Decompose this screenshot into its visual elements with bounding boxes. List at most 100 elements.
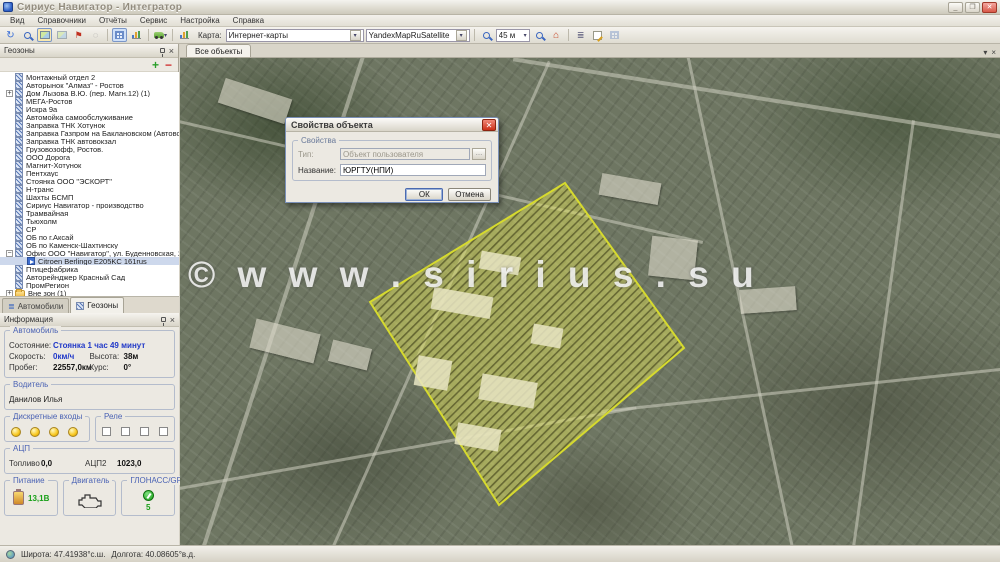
geozones-mode-button[interactable] [37, 28, 52, 42]
remove-geozone-button[interactable]: − [165, 60, 172, 70]
chevron-down-icon[interactable]: ▾ [350, 30, 361, 41]
relay-checkbox[interactable] [140, 427, 149, 436]
tree-item[interactable]: Н-транс [0, 185, 179, 193]
chevron-down-icon[interactable]: ▾ [983, 48, 987, 57]
browse-button[interactable]: … [472, 148, 486, 160]
reports-button[interactable] [177, 28, 192, 42]
zoom-in-button[interactable] [479, 28, 494, 42]
tree-item[interactable]: Трамвайная [0, 209, 179, 217]
close-icon[interactable]: × [169, 47, 174, 55]
tree-item-label: Авторынок "Алмаз" - Ростов [26, 81, 124, 89]
vehicle-group-title: Автомобиль [10, 326, 61, 335]
tree-item[interactable]: Монтажный отдел 2 [0, 73, 179, 81]
tree-item[interactable]: Заправка ТНК Хотунок [0, 121, 179, 129]
add-geozone-button[interactable]: + [152, 60, 159, 70]
pin-icon[interactable] [160, 48, 165, 53]
cancel-button[interactable]: Отмена [448, 188, 491, 201]
tree-item[interactable]: +Дом Лызова В.Ю. (пер. Магн.12) (1) [0, 89, 179, 97]
tree-item[interactable]: Citroen Berlingo E205KC 161rus [0, 257, 179, 265]
pin-icon[interactable] [161, 317, 166, 322]
tab-all-objects[interactable]: Все объекты [186, 44, 251, 57]
chevron-down-icon[interactable]: ▾ [456, 30, 467, 41]
dialog-title-bar[interactable]: Свойства объекта ✕ [286, 118, 498, 132]
ok-button[interactable]: ОК [405, 188, 443, 201]
menu-item-0[interactable]: Вид [4, 15, 30, 26]
tree-item[interactable]: +Вне зон (1) [0, 289, 179, 296]
edit-button[interactable] [590, 28, 605, 42]
tree-item[interactable]: Тьюхолм [0, 217, 179, 225]
map-icon [40, 31, 50, 39]
geofence-icon [15, 185, 23, 193]
track-button[interactable]: ◌ [88, 28, 103, 42]
chart-button[interactable] [129, 28, 144, 42]
discrete-input-lamp [11, 427, 21, 437]
search-button[interactable] [20, 28, 35, 42]
tree-item[interactable]: Искра 9а [0, 105, 179, 113]
tree-item-label: СР [26, 225, 36, 233]
tab-vehicles[interactable]: ≣ Автомобили [2, 298, 69, 313]
tree-item[interactable]: ООО Дорога [0, 153, 179, 161]
tree-item[interactable]: СР [0, 225, 179, 233]
tree-item[interactable]: ОБ по г.Аксай [0, 233, 179, 241]
tree-item[interactable]: Автомойка самообслуживание [0, 113, 179, 121]
menu-item-4[interactable]: Настройка [174, 15, 225, 26]
tree-item[interactable]: Грузовозофф, Ростов. [0, 145, 179, 153]
menu-item-2[interactable]: Отчёты [93, 15, 133, 26]
map-mode-button[interactable] [54, 28, 69, 42]
vehicles-dropdown-button[interactable]: ▾ [153, 28, 168, 42]
close-icon[interactable]: × [170, 316, 175, 324]
close-icon[interactable]: × [991, 48, 996, 57]
tree-item[interactable]: −Офис ООО "Навигатор", ул. Буденновская,… [0, 249, 179, 257]
table-icon [610, 31, 619, 39]
tree-item[interactable]: Стоянка ООО "ЭСКОРТ" [0, 177, 179, 185]
altitude-value: 38м [124, 352, 139, 361]
map-tab-strip: Все объекты ▾ × [180, 44, 1000, 58]
name-field[interactable] [340, 164, 486, 176]
relay-checkbox[interactable] [121, 427, 130, 436]
menu-item-3[interactable]: Сервис [134, 15, 173, 26]
tree-item[interactable]: Заправка ТНК автовокзал [0, 137, 179, 145]
relay-checkbox[interactable] [102, 427, 111, 436]
relay-checkboxes [100, 425, 170, 437]
tree-item[interactable]: Авторейнджер Красный Сад [0, 273, 179, 281]
geofence-icon [15, 113, 23, 121]
battery-icon [13, 491, 24, 505]
tree-item[interactable]: Заправка Газпром на Баклановском (Автово… [0, 129, 179, 137]
tree-item[interactable]: МЕГА-Ростов [0, 97, 179, 105]
tree-item[interactable]: Авторынок "Алмаз" - Ростов [0, 81, 179, 89]
flag-button[interactable]: ⚑ [71, 28, 86, 42]
geofence-polygon[interactable] [370, 183, 684, 505]
table-button[interactable] [607, 28, 622, 42]
home-button[interactable]: ⌂ [549, 28, 564, 42]
refresh-button[interactable]: ↻ [3, 28, 18, 42]
tab-geozones[interactable]: Геозоны [70, 297, 124, 313]
restore-button[interactable]: ❐ [965, 2, 980, 13]
tree-item[interactable]: ПромРегион [0, 281, 179, 289]
tree-item[interactable]: Шахты БСМП [0, 193, 179, 201]
collapse-icon[interactable]: − [6, 250, 13, 257]
map-canvas[interactable]: © w w w . s i r i u s . s u Свойства объ… [180, 58, 1000, 545]
tree-item[interactable]: Пентхаус [0, 169, 179, 177]
map-layer-combo[interactable]: YandexMapRuSatellite ▾ [366, 29, 470, 42]
zoom-level-combo[interactable]: 45 м ▾ [496, 29, 530, 42]
close-button[interactable]: ✕ [982, 2, 997, 13]
relay-checkbox[interactable] [159, 427, 168, 436]
minimize-button[interactable]: _ [948, 2, 963, 13]
menu-item-5[interactable]: Справка [227, 15, 270, 26]
tree-item[interactable]: Птицефабрика [0, 265, 179, 273]
grid-icon [115, 31, 124, 39]
tree-item[interactable]: Сириус Навигатор - производство [0, 201, 179, 209]
expand-icon[interactable]: + [6, 90, 13, 97]
grid-view-button[interactable] [112, 28, 127, 42]
menu-item-1[interactable]: Справочники [31, 15, 91, 26]
dialog-close-button[interactable]: ✕ [482, 119, 496, 131]
map-source-combo[interactable]: Интернет-карты ▾ [226, 29, 364, 42]
longitude-value: Долгота: 40.08605°в.д. [111, 550, 195, 559]
zoom-out-button[interactable] [532, 28, 547, 42]
geofence-icon [15, 209, 23, 217]
discrete-input-lamp [30, 427, 40, 437]
tree-item-label: ПромРегион [26, 281, 69, 289]
tree-item[interactable]: Магнит-Хотунок [0, 161, 179, 169]
list-button[interactable]: ≣ [573, 28, 588, 42]
tree-item[interactable]: ОБ по Каменск-Шахтинску [0, 241, 179, 249]
